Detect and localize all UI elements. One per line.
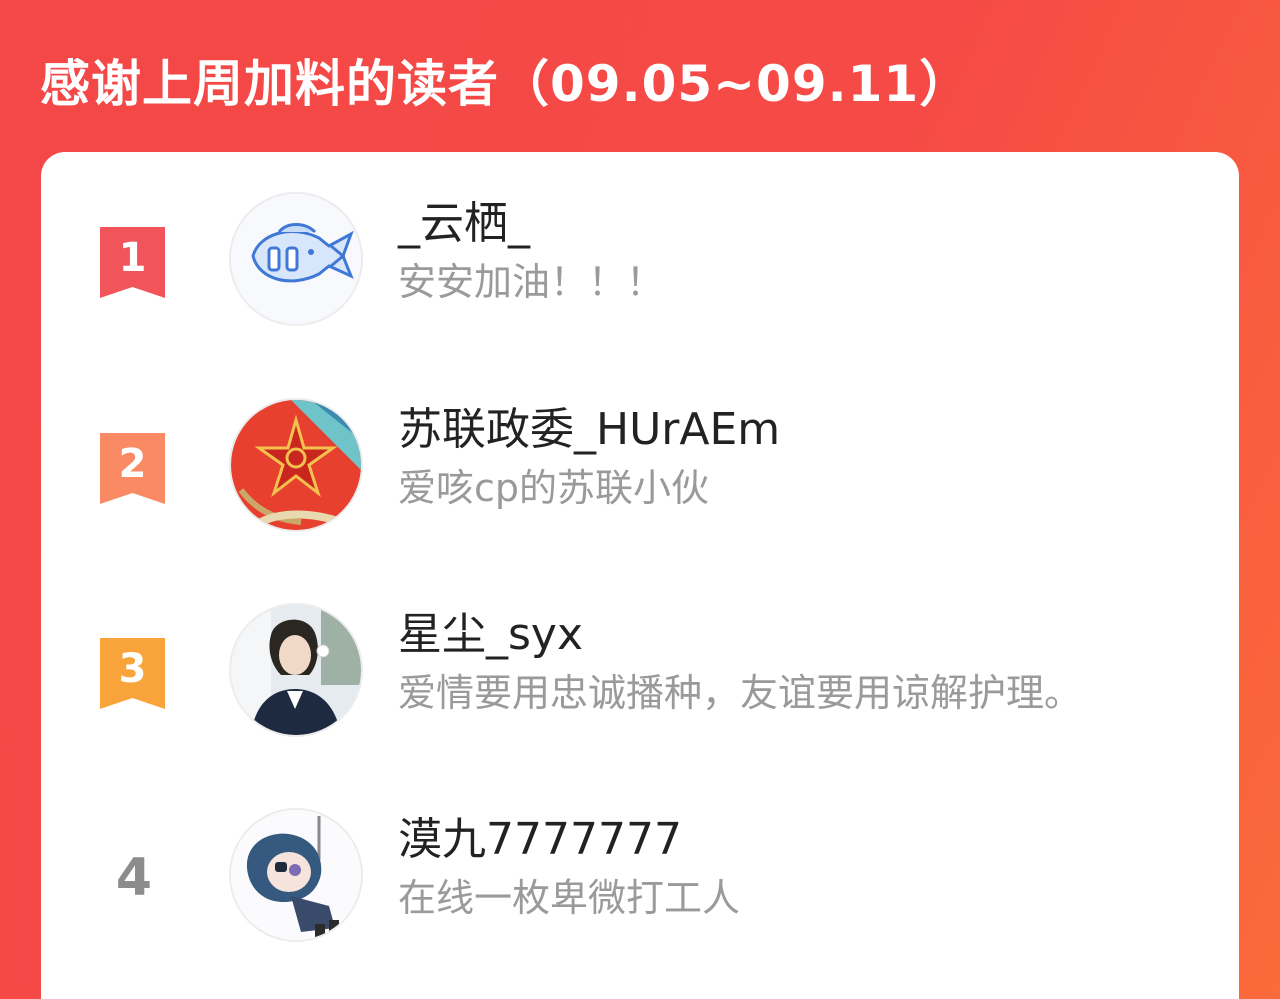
person-photo-avatar-icon <box>231 605 361 735</box>
reader-name[interactable]: 漠九7777777 <box>398 810 682 870</box>
avatar[interactable] <box>229 398 363 532</box>
reader-name[interactable]: 苏联政委_HUrAEm <box>398 400 780 460</box>
fish-avatar-icon <box>231 194 361 324</box>
soviet-star-avatar-icon <box>231 400 361 530</box>
reader-bio: 爱咳cp的苏联小伙 <box>398 466 710 510</box>
page-title: 感谢上周加料的读者（09.05~09.11） <box>40 55 971 113</box>
rank-badge-icon: 1 <box>98 225 167 298</box>
rank-number: 2 <box>119 441 147 487</box>
rank-number: 1 <box>119 235 147 281</box>
reader-bio: 安安加油！！！ <box>398 260 665 304</box>
reader-row[interactable]: 3 星尘_syx 爱情要用忠诚播种，友谊要用谅解护理。 <box>41 603 1239 743</box>
reader-row[interactable]: 1 _云栖_ 安安加油！！！ <box>41 192 1239 332</box>
avatar[interactable] <box>229 808 363 942</box>
rank-badge-icon: 3 <box>98 636 167 709</box>
reader-name[interactable]: _云栖_ <box>398 194 530 254</box>
reader-name[interactable]: 星尘_syx <box>398 605 583 665</box>
rank-badge-icon: 2 <box>98 431 167 504</box>
reader-row[interactable]: 2 苏联政委_HUrAEm 爱咳cp的苏联小伙 <box>41 398 1239 538</box>
avatar[interactable] <box>229 603 363 737</box>
avatar[interactable] <box>229 192 363 326</box>
rank-number: 4 <box>115 848 153 908</box>
reader-bio: 在线一枚卑微打工人 <box>398 876 741 920</box>
reader-bio: 爱情要用忠诚播种，友谊要用谅解护理。 <box>398 671 1083 715</box>
anime-character-avatar-icon <box>231 810 361 940</box>
rank-number: 3 <box>119 646 147 692</box>
reader-row[interactable]: 4 漠九7777777 在线一枚卑微打工人 <box>41 808 1239 948</box>
reader-list-card: 1 _云栖_ 安安加油！！！ 2 苏联政委_HUrAEm 爱咳cp的苏联小伙 3… <box>41 152 1239 999</box>
